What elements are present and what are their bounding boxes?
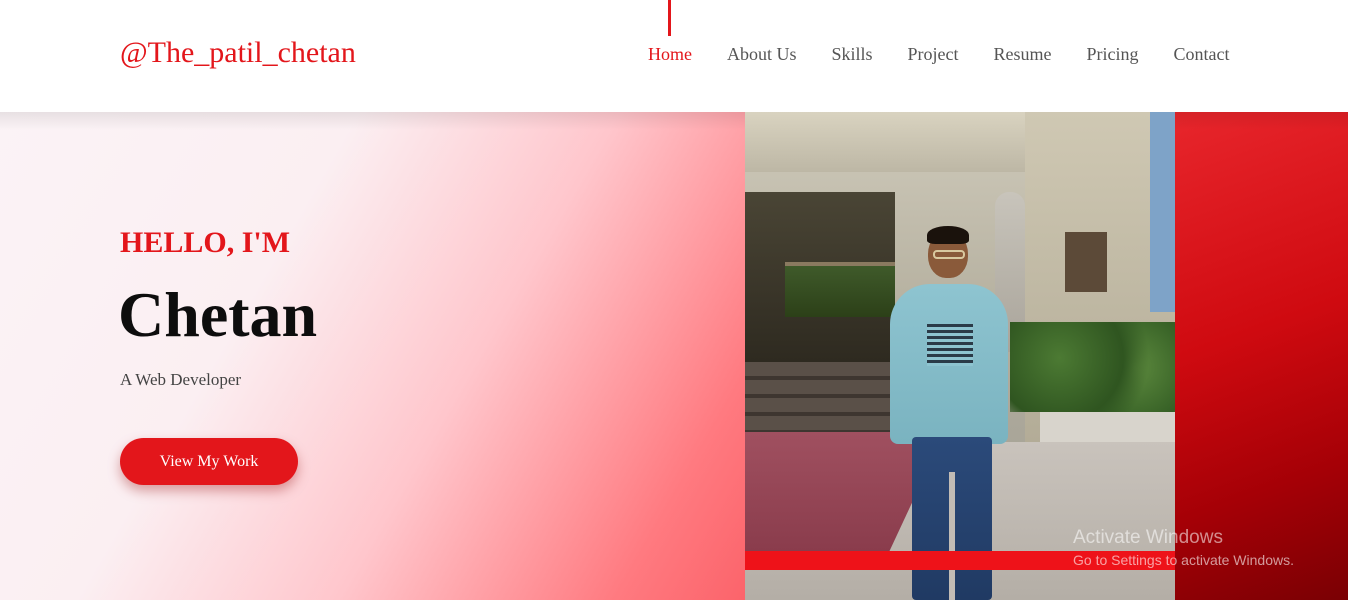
nav-resume[interactable]: Resume xyxy=(994,44,1052,65)
nav-about-us[interactable]: About Us xyxy=(727,44,797,65)
site-header: @The_patil_chetan Home About Us Skills P… xyxy=(0,0,1348,112)
main-nav: Home About Us Skills Project Resume Pric… xyxy=(648,44,1265,65)
nav-skills[interactable]: Skills xyxy=(832,44,873,65)
active-nav-indicator xyxy=(668,0,671,36)
activate-windows-subtitle: Go to Settings to activate Windows. xyxy=(1073,552,1294,568)
nav-project[interactable]: Project xyxy=(908,44,959,65)
hero-role: A Web Developer xyxy=(120,370,242,389)
activate-windows-title: Activate Windows xyxy=(1073,527,1223,548)
hero-greeting: HELLO, I'M xyxy=(120,226,291,259)
nav-contact[interactable]: Contact xyxy=(1174,44,1230,65)
nav-home[interactable]: Home xyxy=(648,44,692,65)
view-my-work-button[interactable]: View My Work xyxy=(120,438,298,485)
hero-name: Chetan xyxy=(118,279,318,350)
nav-pricing[interactable]: Pricing xyxy=(1087,44,1139,65)
brand-logo[interactable]: @The_patil_chetan xyxy=(120,36,356,70)
